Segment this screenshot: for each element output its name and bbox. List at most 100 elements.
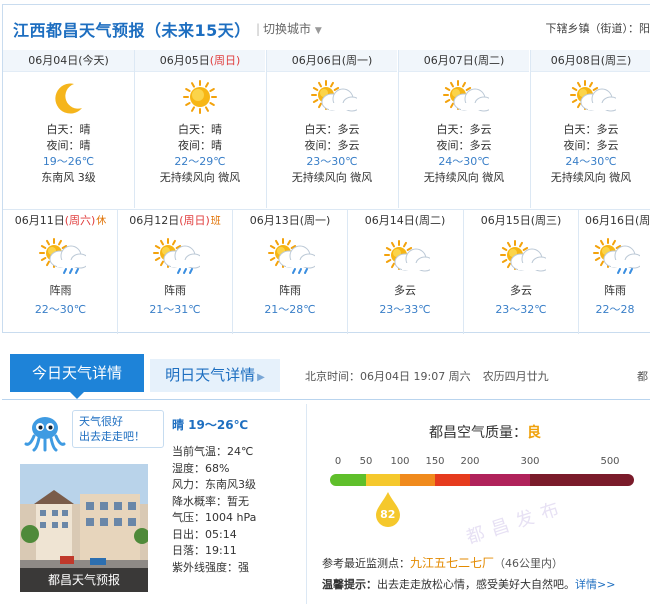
aqi-bar-segment [530, 474, 634, 486]
date-text: 06月12日 [129, 214, 180, 227]
tab-today-detail[interactable]: 今日天气详情 [10, 354, 144, 399]
wind: 无持续风向 微风 [159, 171, 241, 184]
forecast-row-week1: 06月04日(今天) 白天：晴 夜间：晴 19～26℃ 东南风 3级 06月05日… [3, 50, 650, 208]
night-weather: 夜间：多云 [436, 139, 492, 152]
forecast-date: 06月13日(周一) [233, 210, 347, 232]
forecast-date: 06月08日(周三) [531, 50, 650, 72]
night-weather: 夜间：晴 [178, 139, 222, 152]
station-label: 参考最近监测点： [322, 557, 410, 570]
date-text: 06月11日 [14, 214, 65, 227]
forecast-day-4[interactable]: 06月07日(周二) 白天：多云 夜间：多云 24～30℃ 无持续风向 微风 [398, 50, 529, 208]
forecast-day-11[interactable]: 06月16日(周) 阵雨 22～28 [578, 210, 650, 334]
tip-details-link[interactable]: 详情>> [575, 578, 615, 591]
partly-cloudy-icon [570, 80, 616, 112]
sun-rain-icon [593, 238, 640, 274]
weekday: (周六) [64, 214, 96, 227]
temp-range: 23～33℃ [379, 303, 431, 316]
detail-line: 风力：东南风3级 [172, 478, 256, 491]
aqi-bar-segment [435, 474, 470, 486]
detail-lines: 当前气温：24℃ 湿度：68% 风力：东南风3级 降水概率：暂无 气压：1004 hPa… [172, 444, 302, 576]
partly-cloudy-icon [443, 80, 489, 112]
station-distance: （46公里内） [494, 557, 564, 570]
bubble-line1: 天气很好 [79, 415, 123, 428]
tab-tomorrow-detail[interactable]: 明日天气详情 ▶ [150, 359, 280, 392]
town-selector[interactable]: 下辖乡镇（街道）：阳 [546, 20, 650, 36]
wind: 无持续风向 微风 [550, 171, 632, 184]
date-text: 06月16日 [585, 214, 635, 227]
switch-city-link[interactable]: | 切换城市 ▼ [256, 20, 322, 37]
forecast-date: 06月14日(周二) [348, 210, 462, 232]
temp-range: 22～28 [595, 303, 635, 316]
sun-rain-icon [153, 238, 200, 274]
aqi-bar-segment [366, 474, 400, 486]
weekday: (周二) [414, 214, 446, 227]
weather-desc: 阵雨 [164, 284, 186, 297]
weekday: (周日) [209, 54, 241, 67]
weather-desc: 阵雨 [49, 284, 72, 297]
partly-cloudy-icon [500, 240, 546, 272]
divider: | [256, 22, 261, 36]
switch-city-label: 切换城市 [263, 22, 312, 36]
detail-line: 湿度：68% [172, 461, 230, 475]
tip-text: 出去走走放松心情，感受美好大自然吧。 [377, 578, 575, 591]
weekday: (周三) [600, 54, 632, 67]
forecast-date: 06月05日(周日) [135, 50, 265, 72]
aqi-tick-label: 500 [600, 456, 620, 467]
beijing-time: 北京时间：06月04日 19:07 周六 农历四月廿九 [305, 368, 549, 384]
detail-line: 降水概率：暂无 [172, 494, 249, 508]
weekday: (周一) [341, 54, 373, 67]
aqi-value: 82 [380, 508, 396, 521]
forecast-day-9[interactable]: 06月14日(周二) 多云 23～33℃ [347, 210, 462, 334]
detail-section: 今日天气详情 明日天气详情 ▶ 北京时间：06月04日 19:07 周六 农历四月廿… [2, 346, 650, 608]
chevron-right-icon: ▶ [257, 372, 265, 383]
forecast-date: 06月16日(周) [579, 210, 650, 232]
forecast-day-2[interactable]: 06月05日(周日) 白天：晴 夜间：晴 22～29℃ 无持续风向 微风 [134, 50, 265, 208]
temp-range: 21～28℃ [264, 303, 316, 316]
holiday-badge: 班 [210, 216, 221, 227]
forecast-date: 06月15日(周三) [464, 210, 578, 232]
octopus-mascot-icon [24, 417, 66, 452]
weather-desc: 多云 [394, 284, 416, 297]
temp-range: 22～29℃ [174, 155, 226, 168]
night-weather: 夜间：多云 [304, 139, 360, 152]
detail-line: 当前气温：24℃ [172, 445, 254, 458]
sun-rain-icon [38, 238, 86, 274]
watermark: 都昌发布 [463, 496, 570, 549]
partly-cloudy-icon [384, 240, 430, 272]
detail-line: 日出：05:14 [172, 527, 237, 541]
aqi-bar-segment [400, 474, 435, 486]
tip-label: 温馨提示： [322, 578, 377, 591]
forecast-day-10[interactable]: 06月15日(周三) 多云 23～32℃ [463, 210, 578, 334]
beijing-time-label: 北京时间：06月04日 19:07 周六 [305, 370, 471, 383]
forecast-day-3[interactable]: 06月06日(周一) 白天：多云 夜间：多云 23～30℃ 无持续风向 微风 [266, 50, 397, 208]
forecast-day-7[interactable]: 06月12日(周日)班 阵雨 21～31℃ [117, 210, 232, 334]
weather-desc: 多云 [510, 284, 532, 297]
cut-off-text: 都 [637, 370, 648, 383]
aqi-tick-label: 100 [390, 456, 410, 467]
detail-line: 日落：19:11 [172, 544, 237, 557]
forecast-day-1[interactable]: 06月04日(今天) 白天：晴 夜间：晴 19～26℃ 东南风 3级 [3, 50, 134, 208]
forecast-day-6[interactable]: 06月11日(周六)休 阵雨 22～30℃ [3, 210, 118, 334]
temp-range: 19～26℃ [42, 155, 95, 168]
station-name[interactable]: 九江五七二七厂 [410, 556, 494, 570]
forecast-panel: 江西都昌天气预报（未来15天） | 切换城市 ▼ 下辖乡镇（街道）：阳 06月04… [2, 4, 650, 334]
photo-caption[interactable]: 都昌天气预报 [20, 568, 148, 592]
today-summary-card: 天气很好 出去走走吧！ 都昌天气预报 晴 19～26℃ 当前气温：24℃ 湿度：… [10, 408, 300, 608]
forecast-day-8[interactable]: 06月13日(周一) 阵雨 21～28℃ [232, 210, 347, 334]
weather-page: 江西都昌天气预报（未来15天） | 切换城市 ▼ 下辖乡镇（街道）：阳 06月04… [0, 0, 650, 608]
date-text: 06月04日 [28, 54, 79, 67]
day-weather: 白天：晴 [46, 123, 91, 136]
forecast-date: 06月07日(周二) [399, 50, 529, 72]
aqi-tick-label: 200 [460, 456, 480, 467]
aqi-tick-label: 50 [359, 456, 373, 467]
aqi-level: 良 [527, 425, 541, 441]
night-weather: 夜间：多云 [563, 139, 619, 152]
forecast-header: 江西都昌天气预报（未来15天） | 切换城市 ▼ 下辖乡镇（街道）：阳 [3, 5, 650, 50]
forecast-day-5[interactable]: 06月08日(周三) 白天：多云 夜间：多云 24～30℃ 无持续风向 微风 [530, 50, 650, 208]
day-weather: 白天：晴 [178, 123, 222, 136]
lunar-date: 农历四月廿九 [482, 370, 549, 383]
aqi-title: 都昌空气质量：良 [322, 422, 648, 442]
today-weather-summary: 晴 19～26℃ [172, 418, 249, 432]
date-text: 06月05日 [159, 54, 210, 67]
weather-desc: 阵雨 [279, 284, 301, 297]
